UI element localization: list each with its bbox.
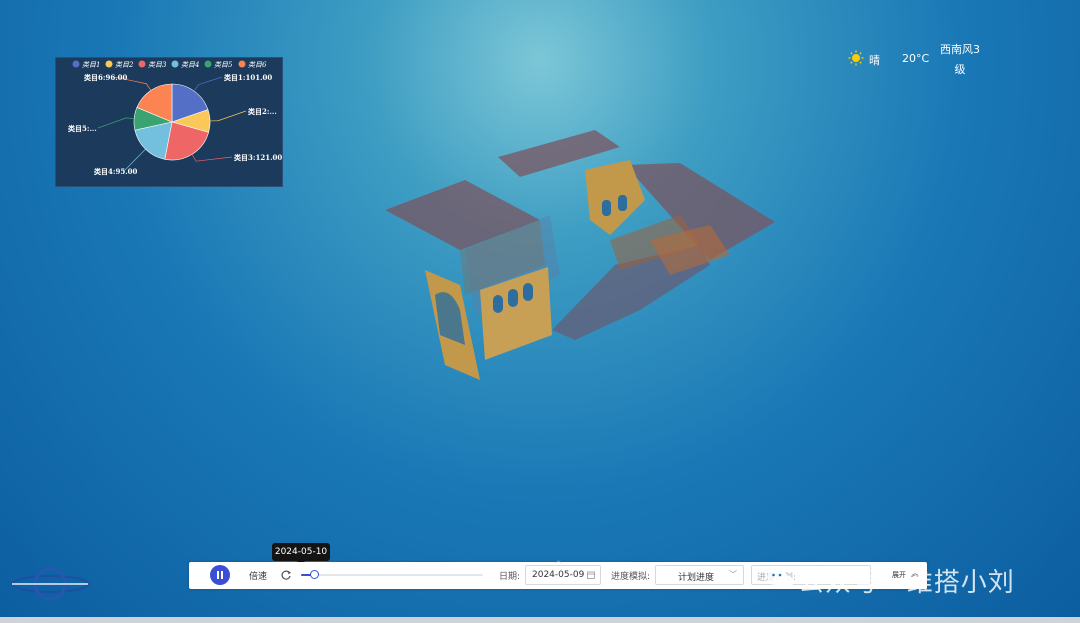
leader-line-1 <box>193 76 223 92</box>
date-picker[interactable]: 2024-05-09 <box>525 565 601 585</box>
pause-button[interactable] <box>210 565 230 585</box>
slice-label-4: 类目4:95.00 <box>94 167 138 176</box>
weather-wind: 西南风3 级 <box>936 40 984 80</box>
chevron-down-icon: ﹀ <box>729 570 737 579</box>
slice-label-6: 类目6:96.00 <box>84 73 128 82</box>
calendar-icon <box>587 571 595 579</box>
leader-line-2 <box>209 110 247 122</box>
leader-line-5 <box>97 117 135 129</box>
legend-marker-4[interactable] <box>171 60 179 68</box>
watermark-text: 公众号 · 维搭小刘 <box>798 568 1015 598</box>
date-label: 日期: <box>499 572 521 582</box>
company-logo <box>11 567 89 601</box>
legend-label-4[interactable]: 类目4 <box>181 61 199 69</box>
timeline-slider-thumb[interactable] <box>309 570 319 579</box>
speed-button[interactable]: 倍速 <box>249 569 267 582</box>
leader-line-3 <box>191 154 233 162</box>
legend-marker-5[interactable] <box>204 60 212 68</box>
legend-label-2[interactable]: 类目2 <box>115 61 134 69</box>
weather-temperature: 20°C <box>902 52 930 65</box>
slice-label-3: 类目3:121.00 <box>234 153 282 162</box>
legend-marker-6[interactable] <box>238 60 246 68</box>
date-value: 2024-05-09 <box>532 570 585 580</box>
bottom-border <box>0 617 1080 623</box>
legend-marker-1[interactable] <box>72 60 80 68</box>
sun-icon <box>848 50 864 66</box>
slice-label-1: 类目1:101.00 <box>224 73 272 82</box>
weather-widget: 晴 20°C 西南风3 级 <box>846 40 986 80</box>
simulation-value: 计划进度 <box>678 573 715 583</box>
weather-condition: 晴 <box>869 54 880 67</box>
legend-label-3[interactable]: 类目3 <box>148 61 167 69</box>
legend-label-5[interactable]: 类目5 <box>214 61 233 69</box>
slice-label-2: 类目2:... <box>248 107 277 116</box>
pie-chart-panel: 类目1 类目2 类目3 类目4 类目5 类目6 类目1:101.00 类目2:... 类目3:1… <box>55 57 283 187</box>
legend-label-1[interactable]: 类目1 <box>82 61 100 69</box>
wechat-icon <box>767 568 794 589</box>
timeline-slider[interactable] <box>301 570 483 579</box>
date-tooltip: 2024-05-10 <box>272 543 330 561</box>
chevron-up-icon[interactable]: ︿ <box>555 557 562 564</box>
simulation-select[interactable]: 计划进度 ﹀ <box>655 565 744 585</box>
legend-marker-3[interactable] <box>138 60 146 68</box>
building-model[interactable] <box>380 125 780 385</box>
simulation-label: 进度模拟: <box>611 572 651 582</box>
slice-label-5: 类目5:... <box>68 124 97 133</box>
legend-label-6[interactable]: 类目6 <box>248 61 267 69</box>
legend-marker-2[interactable] <box>105 60 113 68</box>
pie-chart: 类目1 类目2 类目3 类目4 类目5 类目6 类目1:101.00 类目2:... 类目3:1… <box>68 60 282 176</box>
weather-wind-line2: 级 <box>954 63 966 76</box>
refresh-icon[interactable] <box>280 569 292 581</box>
weather-wind-line1: 西南风3 <box>940 43 980 56</box>
